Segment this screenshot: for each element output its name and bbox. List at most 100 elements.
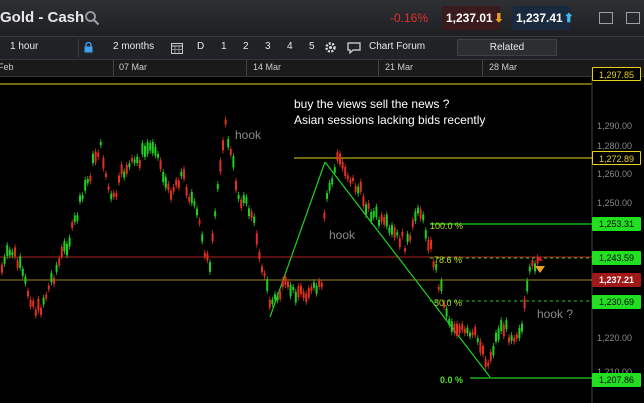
chart-header: Gold - Cash -0.16% 1,237.01⬇ 1,237.41⬆ — [0, 0, 644, 37]
fib-0-label: 0.0 % — [440, 375, 464, 385]
candle-body — [219, 160, 222, 172]
candle-body — [440, 280, 443, 291]
candle-body — [193, 201, 196, 206]
related-button[interactable]: Related — [457, 39, 557, 56]
candle-body — [164, 176, 167, 188]
candle-body — [401, 231, 404, 237]
candle-body — [133, 159, 136, 163]
candle-body — [515, 334, 518, 339]
candle-body — [419, 209, 422, 219]
candle-body — [209, 262, 211, 272]
candle-body — [463, 328, 466, 334]
candle-body — [120, 164, 123, 175]
candle-body — [63, 241, 66, 252]
candle-body — [89, 175, 92, 182]
candle-body — [201, 234, 204, 242]
lock-icon[interactable] — [84, 42, 93, 53]
candle-body — [383, 216, 386, 225]
date-label: 14 Mar — [253, 62, 282, 72]
candle-body — [450, 321, 453, 332]
candle-body — [110, 193, 113, 200]
tool-4-button[interactable]: 4 — [287, 41, 293, 52]
candle-body — [1, 264, 3, 273]
candle-body — [266, 279, 269, 291]
candle-body — [224, 119, 227, 125]
calendar-icon[interactable] — [171, 42, 183, 54]
candle-body — [313, 282, 315, 288]
candle-body — [102, 158, 105, 169]
candle-body — [359, 181, 362, 192]
candle-body — [297, 286, 300, 298]
candle-body — [16, 260, 19, 268]
candle-body — [367, 203, 370, 209]
candle-body — [287, 281, 289, 288]
candle-body — [79, 195, 81, 202]
range-selector[interactable]: 2 months — [113, 41, 154, 52]
candle-body — [107, 186, 110, 190]
chat-icon[interactable] — [347, 42, 361, 54]
annotation-line-2: Asian sessions lacking bids recently — [294, 113, 486, 127]
candle-body — [333, 167, 336, 173]
price-chart[interactable]: 1,290.00 1,280.00 1,260.00 1,250.00 1,22… — [0, 67, 644, 403]
candle-body — [307, 288, 310, 298]
candle-body — [268, 299, 271, 308]
buy-price-button[interactable]: 1,237.41⬆ — [512, 6, 574, 30]
tool-2-button[interactable]: 2 — [243, 41, 249, 52]
candle-body — [302, 291, 305, 299]
candle-body — [427, 239, 430, 251]
candle-body — [73, 215, 76, 223]
candle-body — [71, 222, 74, 229]
candle-body — [183, 169, 185, 179]
candle-body — [305, 293, 308, 302]
candle-body — [294, 291, 297, 303]
candle-body — [479, 341, 482, 353]
candle-body — [68, 237, 71, 247]
candle-body — [469, 332, 471, 337]
candle-body — [289, 284, 292, 297]
candle-body — [526, 280, 529, 292]
annotation-line-1: buy the views sell the news ? — [294, 97, 450, 111]
day-button[interactable]: D — [197, 41, 204, 52]
interval-selector[interactable]: 1 hour — [10, 41, 38, 52]
candle-body — [21, 268, 24, 276]
candle-body — [222, 140, 224, 151]
candle-body — [128, 163, 131, 168]
candle-body — [414, 211, 417, 221]
candle-body — [284, 276, 287, 286]
candle-body — [203, 252, 206, 257]
y-axis-label: 1,290.00 — [597, 121, 633, 131]
candle-body — [144, 145, 146, 157]
candle-body — [513, 337, 516, 342]
candle-body — [372, 210, 375, 218]
candle-body — [196, 208, 198, 216]
candle-body — [445, 308, 448, 317]
close-icon[interactable] — [626, 12, 640, 24]
candle-body — [94, 151, 97, 163]
tool-3-button[interactable]: 3 — [265, 41, 271, 52]
gear-icon[interactable] — [324, 41, 337, 54]
tool-1-button[interactable]: 1 — [221, 41, 227, 52]
y-axis-label: 1,250.00 — [597, 198, 633, 208]
candle-body — [97, 152, 100, 158]
candle-body — [253, 216, 256, 223]
sell-price-button[interactable]: 1,237.01⬇ — [442, 6, 504, 30]
candle-body — [8, 249, 11, 256]
candle-body — [388, 227, 391, 233]
popout-icon[interactable] — [599, 12, 613, 24]
y-axis-label: 1,220.00 — [597, 333, 633, 343]
candle-body — [393, 227, 396, 238]
candle-body — [149, 143, 152, 151]
chart-forum-link[interactable]: Chart Forum — [369, 41, 425, 52]
candle-body — [112, 192, 115, 198]
candle-body — [177, 180, 180, 189]
candle-body — [53, 278, 55, 284]
candle-body — [276, 295, 279, 301]
sell-price: 1,237.01 — [446, 11, 493, 25]
tool-5-button[interactable]: 5 — [309, 41, 315, 52]
candle-body — [27, 290, 29, 297]
candle-body — [180, 171, 183, 177]
search-icon[interactable] — [84, 10, 100, 26]
candle-body — [346, 175, 349, 180]
candle-body — [502, 324, 505, 337]
candle-body — [310, 286, 313, 291]
